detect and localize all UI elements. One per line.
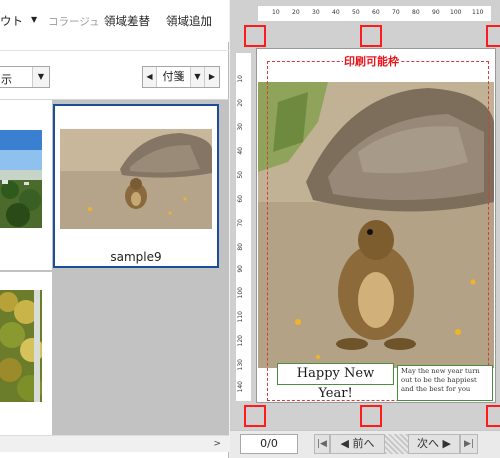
- ruler-label: 40: [332, 9, 340, 16]
- next-arrow-icon: ▶: [439, 437, 451, 450]
- chevron-down-icon[interactable]: ▼: [31, 15, 37, 24]
- toolbar: ウト ▼ コラージュ 領域差替 領域追加: [0, 0, 229, 42]
- display-mode-value: 示: [1, 73, 12, 86]
- resize-handle-bottom[interactable]: [360, 405, 382, 427]
- add-area-button[interactable]: 領域追加: [166, 13, 212, 29]
- nav-divider: [385, 434, 408, 454]
- first-page-icon[interactable]: |◀: [314, 434, 330, 454]
- tag-navigator: ◀ 付箋 ▼ ▶: [142, 66, 220, 88]
- printable-area-border: [267, 61, 489, 401]
- ruler-label: 60: [237, 195, 244, 203]
- page-counter[interactable]: 0/0: [240, 434, 298, 454]
- ruler-label: 140: [237, 381, 244, 393]
- greeting-text-box[interactable]: Happy New Year!: [277, 363, 394, 401]
- ruler-label: 70: [237, 219, 244, 227]
- printable-area-label: 印刷可能枠: [343, 53, 400, 69]
- ruler-label: 20: [292, 9, 300, 16]
- ruler-label: 100: [450, 9, 462, 16]
- resize-handle-top[interactable]: [360, 25, 382, 47]
- next-label: 次へ: [417, 437, 440, 450]
- message-text-box[interactable]: May the new year turn out to be the happ…: [397, 365, 493, 401]
- horizontal-scrollbar[interactable]: >: [0, 435, 229, 452]
- ruler-label: 80: [237, 243, 244, 251]
- autumn-trees-thumbnail-image: [0, 290, 42, 402]
- ruler-label: 90: [237, 265, 244, 273]
- resize-handle-top-left[interactable]: [244, 25, 266, 47]
- scroll-right-icon[interactable]: >: [213, 439, 221, 449]
- chevron-down-icon[interactable]: ▼: [32, 67, 49, 87]
- ruler-label: 110: [472, 9, 484, 16]
- horizontal-ruler: 10 20 30 40 50 60 70 80 90 100 110: [257, 5, 492, 22]
- ruler-label: 50: [237, 171, 244, 179]
- previous-arrow-icon: ◀: [340, 437, 353, 450]
- thumbnail-cell[interactable]: [0, 272, 52, 435]
- preview-pane: 10 20 30 40 50 60 70 80 90 100 110 10 20…: [230, 0, 500, 458]
- ruler-label: 120: [237, 335, 244, 347]
- tag-prev-icon[interactable]: ◀: [143, 67, 157, 87]
- toolbar-divider: [0, 50, 229, 51]
- layout-menu[interactable]: ウト: [0, 13, 23, 29]
- thumbnail-grid: sample9: [0, 100, 229, 435]
- collage-button: コラージュ: [48, 16, 100, 28]
- previous-label: 前へ: [352, 437, 375, 450]
- next-page-button[interactable]: 次へ ▶: [408, 434, 460, 454]
- chevron-down-icon[interactable]: ▼: [191, 67, 205, 87]
- library-pane: ウト ▼ コラージュ 領域差替 領域追加 示 ▼ ◀ 付箋 ▼ ▶ sample…: [0, 0, 229, 458]
- ruler-label: 80: [412, 9, 420, 16]
- display-mode-select[interactable]: 示 ▼: [0, 66, 50, 88]
- card-page-preview[interactable]: 印刷可能枠 Happy New Year! May the new year t…: [256, 48, 496, 403]
- replace-area-button[interactable]: 領域差替: [104, 13, 150, 29]
- last-page-icon[interactable]: ▶|: [460, 434, 478, 454]
- tag-next-icon[interactable]: ▶: [205, 67, 219, 87]
- ruler-label: 10: [272, 9, 280, 16]
- previous-page-button[interactable]: ◀ 前へ: [330, 434, 385, 454]
- thumbnail-cell[interactable]: [0, 100, 52, 270]
- page-navigation-bar: 0/0 |◀ ◀ 前へ 次へ ▶ ▶|: [230, 430, 500, 458]
- resize-handle-top-right[interactable]: [486, 25, 500, 47]
- resize-handle-bottom-right[interactable]: [486, 405, 500, 427]
- ruler-label: 30: [237, 123, 244, 131]
- tag-label[interactable]: 付箋: [157, 67, 191, 87]
- resize-handle-bottom-left[interactable]: [244, 405, 266, 427]
- ruler-label: 50: [352, 9, 360, 16]
- ruler-label: 20: [237, 99, 244, 107]
- thumbnail-caption: sample9: [110, 250, 162, 264]
- ruler-label: 10: [237, 75, 244, 83]
- ruler-label: 70: [392, 9, 400, 16]
- ruler-label: 100: [237, 287, 244, 299]
- ruler-label: 60: [372, 9, 380, 16]
- ruler-label: 30: [312, 9, 320, 16]
- ruler-label: 90: [432, 9, 440, 16]
- ruler-label: 40: [237, 147, 244, 155]
- thumbnail-cell-selected[interactable]: sample9: [53, 104, 219, 268]
- ruler-label: 110: [237, 311, 244, 323]
- squirrel-thumbnail-image: [60, 129, 212, 229]
- ruler-label: 130: [237, 359, 244, 371]
- landscape-thumbnail-image: [0, 130, 42, 228]
- vertical-ruler: 10 20 30 40 50 60 70 80 90 100 110 120 1…: [235, 52, 252, 402]
